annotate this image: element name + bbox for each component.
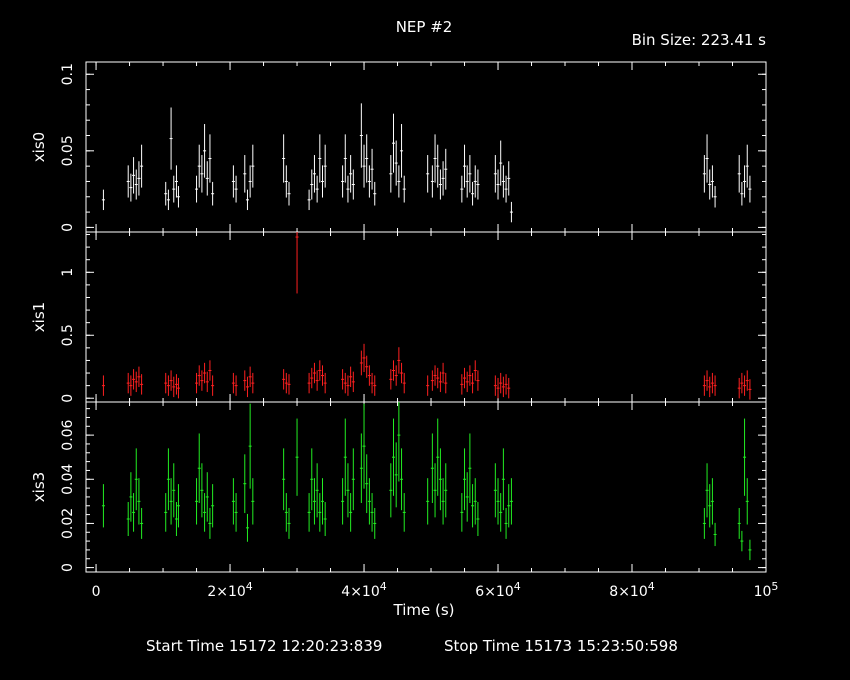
stop-time-label: Stop Time 15173 15:23:50:598	[444, 637, 678, 655]
y-axis-label: xis1	[30, 302, 48, 332]
y-tick-label: 0	[60, 394, 76, 403]
chart-title: NEP #2	[396, 18, 453, 36]
y-tick-label: 0	[60, 563, 76, 572]
y-tick-label: 1	[60, 268, 76, 277]
bin-size-label: Bin Size: 223.41 s	[632, 31, 767, 49]
y-axis-label: xis3	[30, 472, 48, 502]
y-axis-label: xis0	[30, 132, 48, 162]
y-tick-label: 0.5	[60, 324, 76, 346]
y-tick-label: 0.1	[60, 63, 76, 85]
chart-background	[0, 0, 850, 680]
x-axis-label: Time (s)	[393, 601, 455, 619]
y-tick-label: 0	[60, 223, 76, 232]
y-tick-label: 0.06	[60, 419, 76, 450]
x-tick-label: 0	[92, 584, 101, 600]
y-tick-label: 0.04	[60, 464, 76, 495]
y-tick-label: 0.02	[60, 508, 76, 539]
start-time-label: Start Time 15172 12:20:23:839	[146, 637, 382, 655]
y-tick-label: 0.05	[60, 135, 76, 166]
light-curve-chart: NEP #2 Bin Size: 223.41 s 0 0.05 0.1 xis0 0…	[0, 0, 850, 680]
